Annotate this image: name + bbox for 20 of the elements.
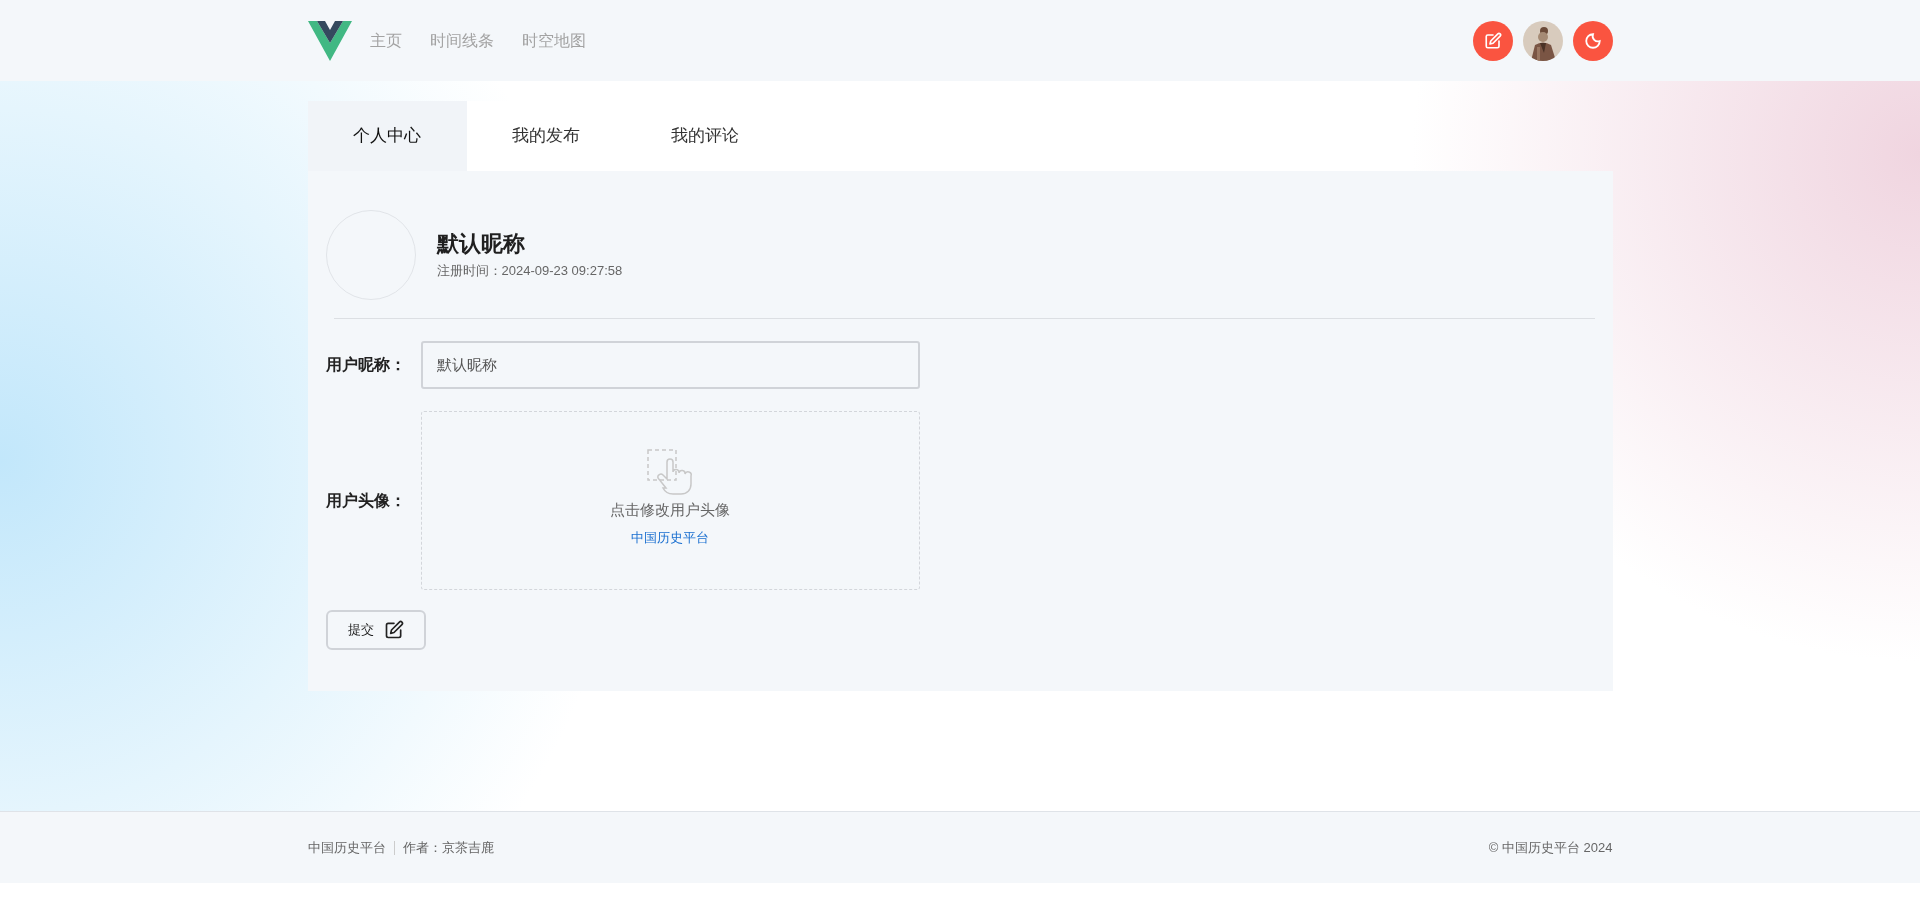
- nickname-input[interactable]: 默认昵称: [420, 341, 920, 389]
- moon-icon: [1583, 31, 1602, 50]
- field-label: 用户昵称：: [325, 355, 407, 375]
- platform-link[interactable]: 中国历史平台: [631, 527, 709, 547]
- footer-author: 作者：京茶吉鹿: [402, 838, 494, 857]
- theme-button[interactable]: [1572, 20, 1613, 61]
- copyright-text: © 中国历史平台 2024: [1488, 838, 1613, 857]
- footer-site-name: 中国历史平台: [307, 838, 386, 857]
- edit-icon: [1483, 31, 1502, 50]
- upload-hint: 点击修改用户头像: [610, 500, 730, 520]
- logo-icon[interactable]: [307, 20, 352, 61]
- avatar-upload-area[interactable]: 点击修改用户头像 中国历史平台: [420, 411, 920, 590]
- hand-pointer-icon: [646, 448, 694, 496]
- field-label: 用户头像：: [325, 490, 407, 511]
- registration-time: 注册时间：2024-09-23 09:27:58: [436, 262, 623, 281]
- nickname-title: 默认昵称: [436, 230, 526, 259]
- tab[interactable]: 个人中心: [307, 101, 467, 171]
- edit-button[interactable]: [1472, 20, 1513, 61]
- edit-icon: [383, 620, 404, 640]
- submit-button[interactable]: 提交: [325, 610, 426, 650]
